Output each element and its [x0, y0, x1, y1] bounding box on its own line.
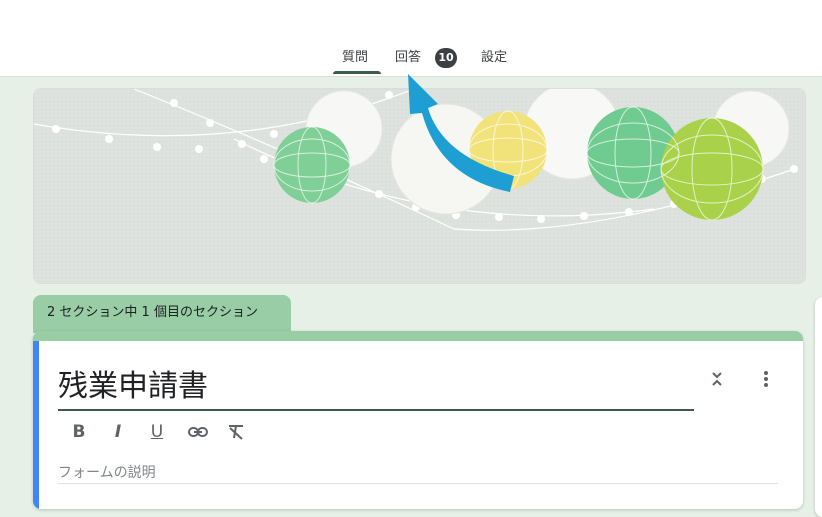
top-nav-bar: 質問 回答 10 設定 [0, 0, 822, 77]
more-vert-icon[interactable] [752, 365, 780, 393]
bold-icon[interactable]: B [66, 419, 92, 445]
card-top-accent [33, 331, 803, 341]
tab-responses[interactable]: 回答 [395, 48, 421, 68]
title-underline [58, 409, 694, 411]
card-focus-indicator [33, 341, 39, 509]
description-underline [58, 483, 778, 484]
link-icon[interactable] [185, 419, 211, 445]
form-title-input[interactable]: 残業申請書 [58, 361, 208, 405]
underline-icon[interactable]: U [144, 419, 170, 445]
form-description-input[interactable]: フォームの説明 [58, 462, 156, 482]
tab-settings[interactable]: 設定 [481, 48, 507, 68]
tab-questions[interactable]: 質問 [342, 48, 368, 68]
clear-format-icon[interactable] [223, 419, 249, 445]
form-title-card: 残業申請書 B I U フォームの説明 [33, 331, 803, 509]
italic-icon[interactable]: I [105, 419, 131, 445]
section-indicator-tab: 2 セクション中 1 個目のセクション [33, 295, 291, 333]
active-tab-indicator [333, 71, 381, 74]
arrow-annotation [408, 74, 514, 192]
floating-toolbar-edge [815, 297, 822, 517]
responses-count-badge: 10 [435, 48, 457, 68]
collapse-icon[interactable] [703, 365, 731, 393]
